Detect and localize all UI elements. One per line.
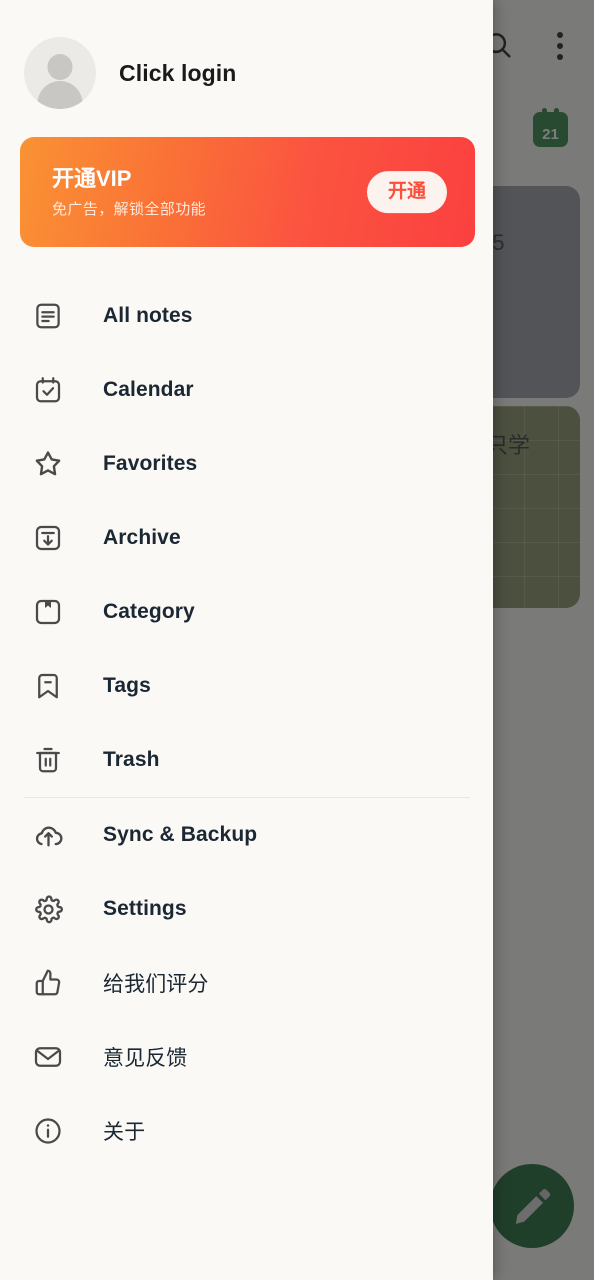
sidebar-item-label: Favorites	[103, 452, 198, 475]
navigation-drawer: Click login 开通VIP 免广告，解锁全部功能 开通 All note…	[0, 0, 493, 1280]
trash-icon	[29, 741, 67, 779]
sidebar-item-about[interactable]: 关于	[0, 1094, 493, 1168]
vip-subtitle: 免广告，解锁全部功能	[52, 201, 207, 219]
sidebar-item-label: 关于	[103, 1121, 146, 1144]
bookmark-minus-icon	[29, 667, 67, 705]
sidebar-item-label: Calendar	[103, 378, 194, 401]
sidebar-item-label: Tags	[103, 674, 151, 697]
thumbs-up-icon	[29, 964, 67, 1002]
vip-activate-button[interactable]: 开通	[366, 171, 447, 213]
person-avatar-icon[interactable]	[24, 37, 96, 109]
sidebar-item-label: Archive	[103, 526, 181, 549]
sidebar-item-tags[interactable]: Tags	[0, 649, 493, 723]
sidebar-item-calendar[interactable]: Calendar	[0, 353, 493, 427]
envelope-icon	[29, 1038, 67, 1076]
sidebar-item-label: Category	[103, 600, 195, 623]
sidebar-item-label: Settings	[103, 897, 187, 920]
sidebar-item-label: 给我们评分	[103, 973, 209, 996]
sidebar-item-sync-backup[interactable]: Sync & Backup	[0, 798, 493, 872]
star-icon	[29, 445, 67, 483]
gear-icon	[29, 890, 67, 928]
profile-login-row[interactable]: Click login	[0, 36, 493, 110]
info-circle-icon	[29, 1112, 67, 1150]
sidebar-item-settings[interactable]: Settings	[0, 872, 493, 946]
sidebar-item-label: Sync & Backup	[103, 823, 258, 846]
avatar-body	[37, 81, 83, 109]
sidebar-item-feedback[interactable]: 意见反馈	[0, 1020, 493, 1094]
cloud-upload-icon	[29, 816, 67, 854]
sidebar-item-label: 意见反馈	[103, 1047, 188, 1070]
box-bookmark-icon	[29, 593, 67, 631]
vip-upgrade-banner[interactable]: 开通VIP 免广告，解锁全部功能 开通	[20, 137, 475, 247]
sidebar-item-label: Trash	[103, 748, 160, 771]
vip-title: 开通VIP	[52, 165, 132, 191]
vip-text-block: 开通VIP 免广告，解锁全部功能	[52, 165, 206, 220]
drawer-menu-list: All notes Calendar Favorites Archive Cat…	[0, 279, 493, 1168]
avatar-head	[47, 54, 73, 80]
sidebar-item-label: All notes	[103, 304, 193, 327]
sidebar-item-category[interactable]: Category	[0, 575, 493, 649]
sidebar-item-favorites[interactable]: Favorites	[0, 427, 493, 501]
profile-login-label: Click login	[119, 59, 237, 86]
note-lines-icon	[29, 297, 67, 335]
sidebar-item-archive[interactable]: Archive	[0, 501, 493, 575]
sidebar-item-trash[interactable]: Trash	[0, 723, 493, 797]
sidebar-item-all-notes[interactable]: All notes	[0, 279, 493, 353]
archive-download-icon	[29, 519, 67, 557]
calendar-check-icon	[29, 371, 67, 409]
sidebar-item-rate-us[interactable]: 给我们评分	[0, 946, 493, 1020]
